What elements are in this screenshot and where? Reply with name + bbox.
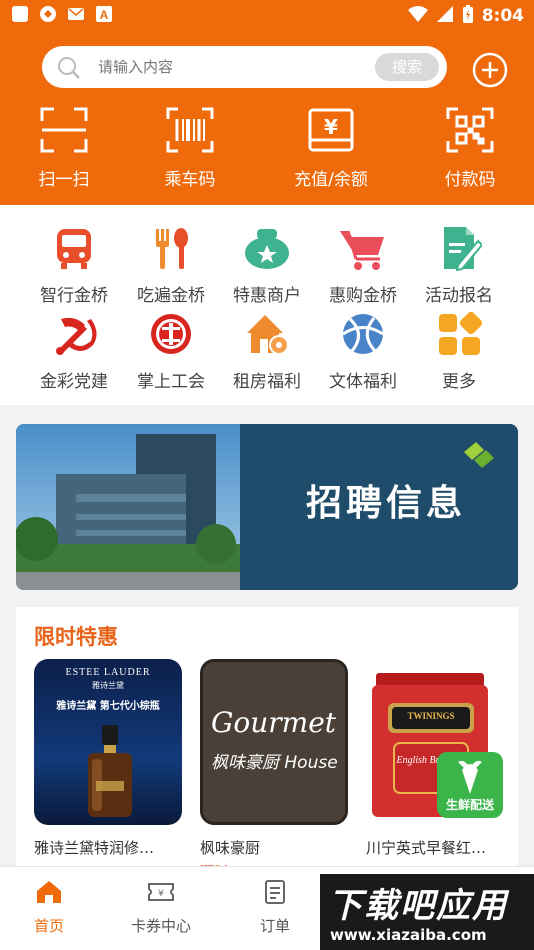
money-bag-icon <box>219 223 315 273</box>
product-image: ESTEE LAUDER 雅诗兰黛 雅诗兰黛 第七代小棕瓶 <box>34 659 182 825</box>
plus-circle-icon <box>472 52 508 88</box>
quick-action-label: 充值/余额 <box>294 170 368 190</box>
nav-coupons[interactable]: ¥ 卡券中心 <box>106 877 216 936</box>
product-image-brand: TWININGS <box>407 711 455 721</box>
nav-label: 订单 <box>259 917 290 935</box>
service-party[interactable]: 金彩党建 <box>26 309 122 392</box>
a-notification-icon: A <box>94 4 114 24</box>
service-shopping[interactable]: 惠购金桥 <box>315 223 411 306</box>
cart-icon <box>315 223 411 273</box>
scan-icon <box>4 105 124 155</box>
home-icon <box>0 877 104 907</box>
order-icon <box>220 877 330 907</box>
product-image: Gourmet 枫味豪厨 House <box>200 659 348 825</box>
banner-title: 招聘信息 <box>305 483 466 524</box>
svg-text:¥: ¥ <box>158 889 164 899</box>
nav-label: 卡券中心 <box>130 917 191 935</box>
product-name: 川宁英式早餐红… <box>366 839 487 857</box>
nav-label: 首页 <box>33 917 64 935</box>
app-notification-icon <box>10 4 30 24</box>
product-name: 枫味豪厨 <box>200 839 261 857</box>
service-union[interactable]: 掌上工会 <box>123 309 219 392</box>
fresh-delivery-label: 生鲜配送 <box>445 798 494 812</box>
search-bar[interactable]: 搜索 <box>42 46 447 88</box>
fork-spoon-icon <box>123 223 219 273</box>
more-grid-icon <box>411 309 507 359</box>
search-button[interactable]: 搜索 <box>375 53 439 81</box>
product-image-brand: ESTEE LAUDER <box>65 667 151 678</box>
service-label: 吃遍金桥 <box>137 286 205 306</box>
quick-action-label: 扫一扫 <box>38 170 90 190</box>
service-label: 租房福利 <box>233 372 301 392</box>
quick-action-label: 付款码 <box>444 170 496 190</box>
clock-time: 8:04 <box>481 6 524 26</box>
service-label: 惠购金桥 <box>329 286 397 306</box>
recruitment-banner[interactable]: 招聘信息 <box>16 424 518 590</box>
logo-icon <box>464 442 494 468</box>
search-icon <box>56 55 82 85</box>
service-label: 活动报名 <box>425 286 493 306</box>
service-merchant[interactable]: 特惠商户 <box>219 223 315 306</box>
mail-notification-icon <box>66 4 86 24</box>
quick-action-scan[interactable]: 扫一扫 <box>4 105 124 190</box>
search-input[interactable] <box>98 54 398 80</box>
coupon-icon: ¥ <box>106 877 216 907</box>
signal-icon <box>436 5 454 27</box>
battery-icon <box>462 4 474 28</box>
party-emblem-icon <box>26 309 122 359</box>
product-name: 雅诗兰黛特润修… <box>34 839 155 857</box>
service-label: 更多 <box>442 372 476 392</box>
quick-action-recharge[interactable]: ¥ 充值/余额 <box>271 105 391 190</box>
product-image-brand-cn: 雅诗兰黛 <box>92 681 124 690</box>
header: A 8:04 搜索 <box>0 0 534 205</box>
barcode-icon <box>130 105 250 155</box>
product-image-subtext: 枫味豪厨 House <box>211 753 338 773</box>
flash-sale-section: 限时特惠 ESTEE LAUDER 雅诗兰黛 雅诗兰黛 第七代小棕瓶 雅诗兰黛特… <box>16 607 518 871</box>
quick-action-label: 乘车码 <box>164 170 216 190</box>
service-label: 掌上工会 <box>137 372 205 392</box>
house-key-icon <box>219 309 315 359</box>
services-grid: 智行金桥 吃遍金桥 特惠商户 惠购金桥 活动报名 金彩党建 掌上工会 租房福利 … <box>0 205 534 405</box>
service-activity[interactable]: 活动报名 <box>411 223 507 306</box>
watermark-overlay: 下载吧应用 www.xiazaiba.com <box>320 874 534 950</box>
sync-notification-icon <box>38 4 58 24</box>
watermark-url: www.xiazaiba.com <box>330 926 487 944</box>
service-label: 特惠商户 <box>233 286 301 306</box>
service-label: 金彩党建 <box>40 372 108 392</box>
product-card-gourmet[interactable]: Gourmet 枫味豪厨 House 枫味豪厨 <box>200 659 348 858</box>
qrcode-icon <box>410 105 530 155</box>
service-more[interactable]: 更多 <box>411 309 507 392</box>
section-title: 限时特惠 <box>34 625 118 649</box>
serum-bottle-icon <box>88 725 132 817</box>
wifi-icon <box>407 5 428 27</box>
service-food[interactable]: 吃遍金桥 <box>123 223 219 306</box>
nav-orders[interactable]: 订单 <box>220 877 330 936</box>
building-photo <box>16 424 240 590</box>
add-plus-button[interactable] <box>472 52 508 88</box>
service-label: 文体福利 <box>329 372 397 392</box>
svg-text:¥: ¥ <box>324 115 338 139</box>
yuan-wallet-icon: ¥ <box>271 105 391 155</box>
bus-icon <box>26 223 122 273</box>
service-label: 智行金桥 <box>40 286 108 306</box>
quick-action-payment-code[interactable]: 付款码 <box>410 105 530 190</box>
status-bar: A 8:04 <box>0 0 534 30</box>
service-rental[interactable]: 租房福利 <box>219 309 315 392</box>
svg-text:A: A <box>100 8 109 22</box>
service-bus[interactable]: 智行金桥 <box>26 223 122 306</box>
nav-home[interactable]: 首页 <box>0 877 104 936</box>
product-card-estee-lauder[interactable]: ESTEE LAUDER 雅诗兰黛 雅诗兰黛 第七代小棕瓶 雅诗兰黛特润修… <box>34 659 182 858</box>
fresh-delivery-button[interactable]: 生鲜配送 <box>437 752 503 818</box>
union-emblem-icon <box>123 309 219 359</box>
product-image-text: Gourmet <box>211 706 337 739</box>
service-sports[interactable]: 文体福利 <box>315 309 411 392</box>
watermark-title: 下载吧应用 <box>328 886 508 926</box>
quick-actions: 扫一扫 乘车码 ¥ 充值/余额 付款码 <box>0 105 534 195</box>
ball-icon <box>315 309 411 359</box>
quick-action-ride-code[interactable]: 乘车码 <box>130 105 250 190</box>
edit-form-icon <box>411 223 507 273</box>
product-image-headline: 雅诗兰黛 第七代小棕瓶 <box>56 701 160 712</box>
vegetable-icon <box>458 760 482 794</box>
